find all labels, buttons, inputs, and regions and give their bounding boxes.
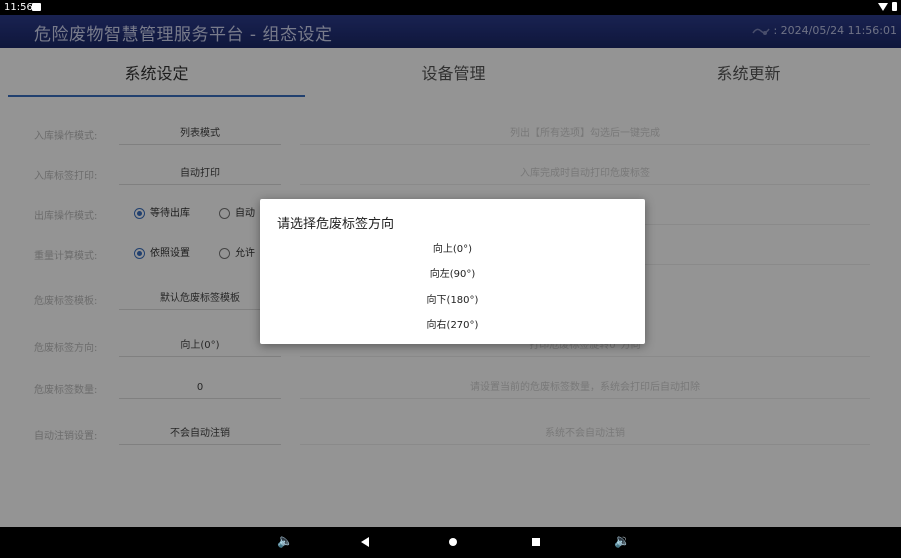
status-time: 11:56	[4, 2, 33, 13]
image-notification-icon	[32, 3, 41, 11]
option-up-0[interactable]: 向上(0°)	[260, 237, 645, 262]
status-bar: 11:56	[0, 0, 901, 15]
option-right-270[interactable]: 向右(270°)	[260, 313, 645, 338]
volume-up-icon[interactable]: 🔉	[614, 535, 630, 549]
battery-icon	[892, 2, 897, 11]
dialog-title: 请选择危废标签方向	[277, 217, 395, 232]
option-down-180[interactable]: 向下(180°)	[260, 288, 645, 313]
back-icon[interactable]	[361, 537, 369, 547]
system-nav-bar: 🔈 🔉	[0, 527, 901, 558]
option-left-90[interactable]: 向左(90°)	[260, 262, 645, 287]
recents-icon[interactable]	[532, 538, 540, 546]
volume-down-icon[interactable]: 🔈	[277, 535, 293, 549]
home-icon[interactable]	[449, 538, 457, 546]
wifi-icon	[878, 3, 888, 11]
direction-select-dialog: 请选择危废标签方向 向上(0°) 向左(90°) 向下(180°) 向右(270…	[260, 199, 645, 344]
